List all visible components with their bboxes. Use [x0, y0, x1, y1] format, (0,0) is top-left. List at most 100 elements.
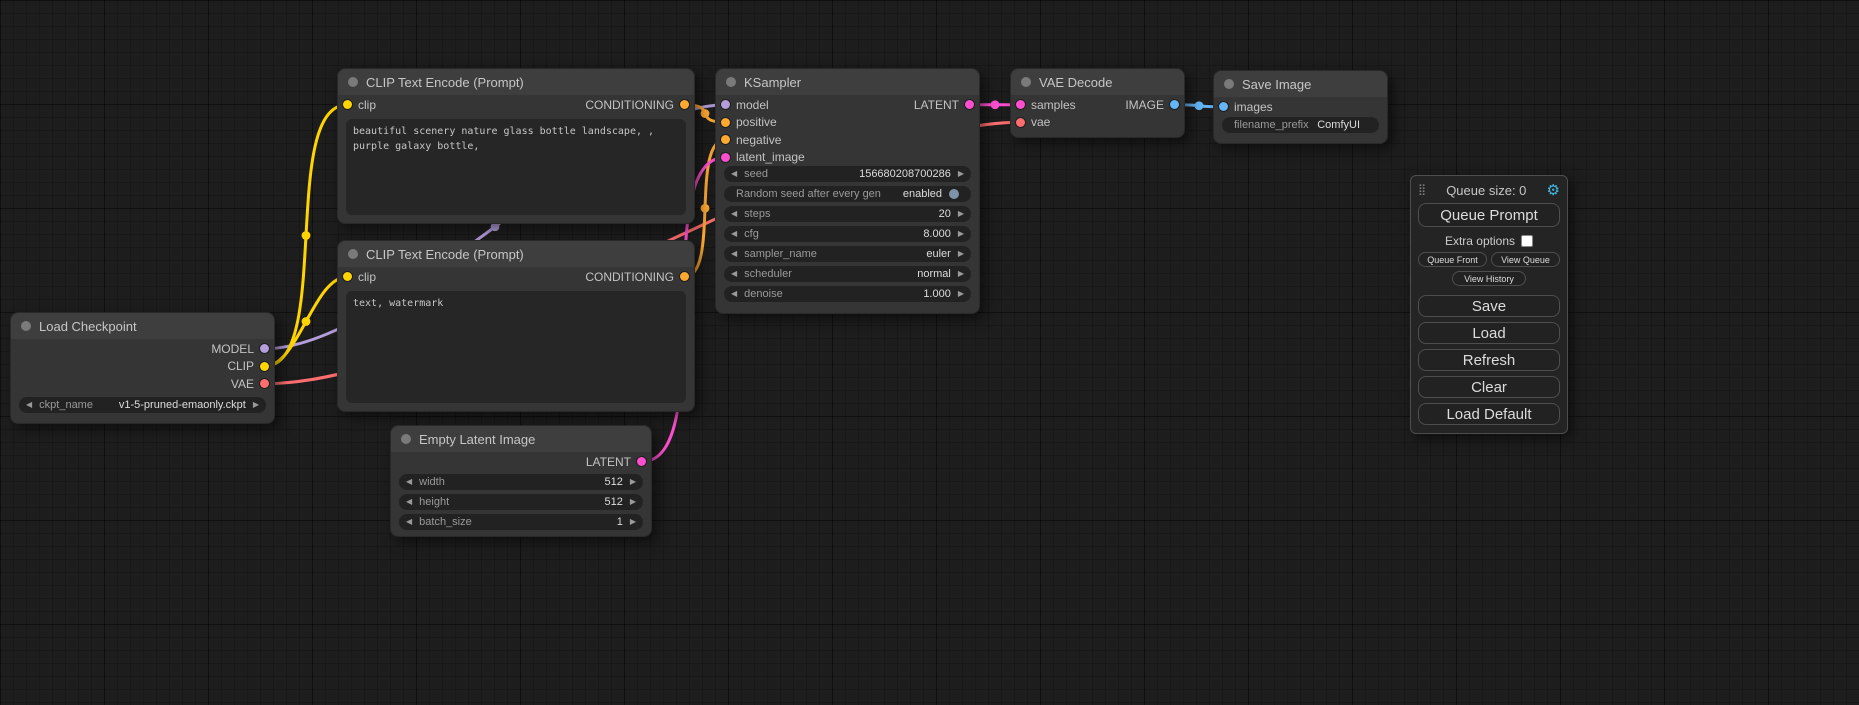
increment-arrow-icon[interactable]: ▶	[958, 270, 964, 278]
clip-port-dot[interactable]	[343, 272, 352, 281]
clear-button[interactable]: Clear	[1418, 376, 1560, 398]
decrement-arrow-icon[interactable]: ◀	[406, 498, 412, 506]
conditioning-port-dot[interactable]	[680, 272, 689, 281]
increment-arrow-icon[interactable]: ▶	[253, 401, 259, 409]
node-title-bar[interactable]: KSampler	[716, 69, 979, 95]
vae-port-dot[interactable]	[260, 379, 269, 388]
conditioning-port-dot[interactable]	[721, 118, 730, 127]
input-slot-clip[interactable]: clip	[338, 96, 376, 114]
node-title-bar[interactable]: Empty Latent Image	[391, 426, 651, 452]
toggle-dot[interactable]	[949, 189, 959, 199]
link-center-dot[interactable]	[701, 109, 710, 118]
increment-arrow-icon[interactable]: ▶	[630, 498, 636, 506]
node-graph-canvas[interactable]: Load Checkpoint MODEL CLIP VAE ◀ ckpt_na…	[0, 0, 1859, 705]
node-title-bar[interactable]: CLIP Text Encode (Prompt)	[338, 241, 694, 267]
node-title-bar[interactable]: CLIP Text Encode (Prompt)	[338, 69, 694, 95]
widget-random-seed-toggle[interactable]: Random seed after every gen enabled	[724, 186, 971, 202]
model-port-dot[interactable]	[721, 100, 730, 109]
node-load-checkpoint[interactable]: Load Checkpoint MODEL CLIP VAE ◀ ckpt_na…	[10, 312, 275, 424]
increment-arrow-icon[interactable]: ▶	[630, 478, 636, 486]
decrement-arrow-icon[interactable]: ◀	[731, 290, 737, 298]
node-title-bar[interactable]: Save Image	[1214, 71, 1387, 97]
clip-port-dot[interactable]	[343, 100, 352, 109]
drag-handle-icon[interactable]: ⣿	[1418, 185, 1426, 196]
node-clip-text-encode-negative[interactable]: CLIP Text Encode (Prompt) clip CONDITION…	[337, 240, 695, 412]
decrement-arrow-icon[interactable]: ◀	[731, 210, 737, 218]
decrement-arrow-icon[interactable]: ◀	[406, 518, 412, 526]
input-slot-latent-image[interactable]: latent_image	[716, 149, 805, 167]
decrement-arrow-icon[interactable]: ◀	[26, 401, 32, 409]
view-queue-button[interactable]: View Queue	[1491, 252, 1560, 267]
input-slot-clip[interactable]: clip	[338, 268, 376, 286]
widget-cfg[interactable]: ◀ cfg 8.000 ▶	[724, 226, 971, 242]
widget-steps[interactable]: ◀ steps 20 ▶	[724, 206, 971, 222]
link-center-dot[interactable]	[701, 204, 710, 213]
node-title-bar[interactable]: VAE Decode	[1011, 69, 1184, 95]
increment-arrow-icon[interactable]: ▶	[958, 230, 964, 238]
image-port-dot[interactable]	[1170, 100, 1179, 109]
conditioning-port-dot[interactable]	[721, 135, 730, 144]
increment-arrow-icon[interactable]: ▶	[958, 170, 964, 178]
decrement-arrow-icon[interactable]: ◀	[406, 478, 412, 486]
input-slot-images[interactable]: images	[1214, 98, 1273, 116]
clip-port-dot[interactable]	[260, 362, 269, 371]
input-slot-positive[interactable]: positive	[716, 114, 777, 132]
decrement-arrow-icon[interactable]: ◀	[731, 170, 737, 178]
node-ksampler[interactable]: KSampler model positive negative latent_…	[715, 68, 980, 314]
input-slot-vae[interactable]: vae	[1011, 114, 1050, 132]
output-slot-model[interactable]: MODEL	[211, 340, 274, 358]
widget-sampler-name[interactable]: ◀ sampler_name euler ▶	[724, 246, 971, 262]
queue-prompt-button[interactable]: Queue Prompt	[1418, 203, 1560, 227]
decrement-arrow-icon[interactable]: ◀	[731, 250, 737, 258]
latent-port-dot[interactable]	[1016, 100, 1025, 109]
save-button[interactable]: Save	[1418, 295, 1560, 317]
view-history-button[interactable]: View History	[1452, 271, 1526, 286]
input-slot-model[interactable]: model	[716, 96, 769, 114]
prompt-text-area[interactable]: beautiful scenery nature glass bottle la…	[346, 119, 686, 215]
output-slot-conditioning[interactable]: CONDITIONING	[585, 96, 694, 114]
link-center-dot[interactable]	[302, 317, 311, 326]
increment-arrow-icon[interactable]: ▶	[958, 210, 964, 218]
output-slot-image[interactable]: IMAGE	[1125, 96, 1184, 114]
decrement-arrow-icon[interactable]: ◀	[731, 270, 737, 278]
increment-arrow-icon[interactable]: ▶	[630, 518, 636, 526]
increment-arrow-icon[interactable]: ▶	[958, 250, 964, 258]
conditioning-port-dot[interactable]	[680, 100, 689, 109]
latent-port-dot[interactable]	[965, 100, 974, 109]
queue-front-button[interactable]: Queue Front	[1418, 252, 1487, 267]
link-center-dot[interactable]	[991, 100, 1000, 109]
link-center-dot[interactable]	[1195, 101, 1204, 110]
vae-port-dot[interactable]	[1016, 118, 1025, 127]
widget-width[interactable]: ◀ width 512 ▶	[399, 474, 643, 490]
widget-ckpt-name[interactable]: ◀ ckpt_name v1-5-pruned-emaonly.ckpt ▶	[19, 397, 266, 413]
refresh-button[interactable]: Refresh	[1418, 349, 1560, 371]
prompt-text-area[interactable]: text, watermark	[346, 291, 686, 403]
node-clip-text-encode-positive[interactable]: CLIP Text Encode (Prompt) clip CONDITION…	[337, 68, 695, 224]
widget-batch-size[interactable]: ◀ batch_size 1 ▶	[399, 514, 643, 530]
output-slot-vae[interactable]: VAE	[231, 375, 274, 393]
image-port-dot[interactable]	[1219, 102, 1228, 111]
node-title-bar[interactable]: Load Checkpoint	[11, 313, 274, 339]
latent-port-dot[interactable]	[637, 457, 646, 466]
output-slot-conditioning[interactable]: CONDITIONING	[585, 268, 694, 286]
node-save-image[interactable]: Save Image images filename_prefix ComfyU…	[1213, 70, 1388, 144]
extra-options-checkbox[interactable]	[1521, 235, 1533, 247]
node-empty-latent-image[interactable]: Empty Latent Image LATENT ◀ width 512 ▶ …	[390, 425, 652, 537]
load-default-button[interactable]: Load Default	[1418, 403, 1560, 425]
widget-height[interactable]: ◀ height 512 ▶	[399, 494, 643, 510]
load-button[interactable]: Load	[1418, 322, 1560, 344]
settings-gear-icon[interactable]: ⚙	[1547, 183, 1560, 198]
latent-port-dot[interactable]	[721, 153, 730, 162]
decrement-arrow-icon[interactable]: ◀	[731, 230, 737, 238]
link-center-dot[interactable]	[302, 231, 311, 240]
output-slot-latent[interactable]: LATENT	[914, 96, 979, 114]
input-slot-negative[interactable]: negative	[716, 131, 781, 149]
node-vae-decode[interactable]: VAE Decode samples vae IMAGE	[1010, 68, 1185, 138]
widget-denoise[interactable]: ◀ denoise 1.000 ▶	[724, 286, 971, 302]
output-slot-clip[interactable]: CLIP	[227, 358, 274, 376]
widget-seed[interactable]: ◀ seed 156680208700286 ▶	[724, 166, 971, 182]
widget-filename-prefix[interactable]: filename_prefix ComfyUI	[1222, 117, 1379, 133]
model-port-dot[interactable]	[260, 344, 269, 353]
increment-arrow-icon[interactable]: ▶	[958, 290, 964, 298]
output-slot-latent[interactable]: LATENT	[586, 453, 651, 471]
